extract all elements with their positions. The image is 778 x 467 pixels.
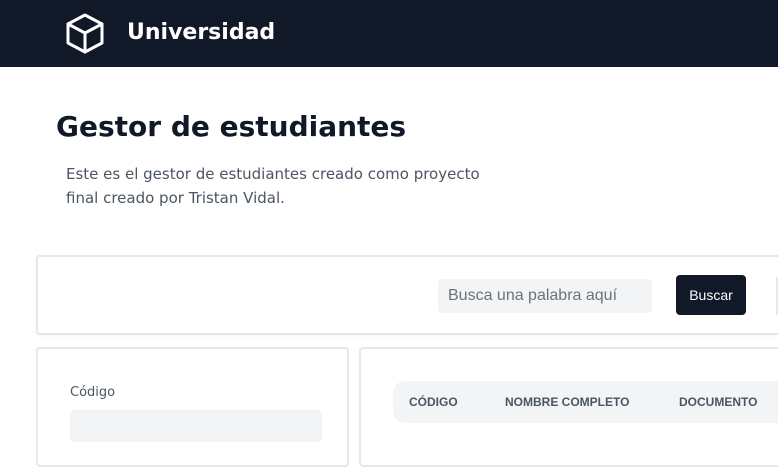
page-description: Este es el gestor de estudiantes creado … (66, 165, 480, 207)
student-form-panel: Código (36, 347, 349, 467)
column-header-documento[interactable]: DOCUMENTO (679, 395, 757, 409)
code-field-label: Código (70, 385, 116, 400)
table-header: CÓDIGO NOMBRE COMPLETO DOCUMENTO (393, 381, 778, 423)
column-header-nombre-completo[interactable]: NOMBRE COMPLETO (505, 395, 629, 409)
page-title: Gestor de estudiantes (56, 110, 407, 143)
cube-icon[interactable] (64, 12, 106, 54)
top-navbar: Universidad (0, 0, 778, 67)
brand-name[interactable]: Universidad (127, 19, 275, 47)
search-button[interactable]: Buscar (676, 275, 746, 315)
search-input[interactable] (438, 279, 652, 313)
search-panel: Buscar (36, 255, 778, 335)
code-field[interactable] (70, 410, 322, 442)
students-table-panel: CÓDIGO NOMBRE COMPLETO DOCUMENTO (359, 347, 778, 467)
column-header-codigo[interactable]: CÓDIGO (409, 395, 458, 409)
